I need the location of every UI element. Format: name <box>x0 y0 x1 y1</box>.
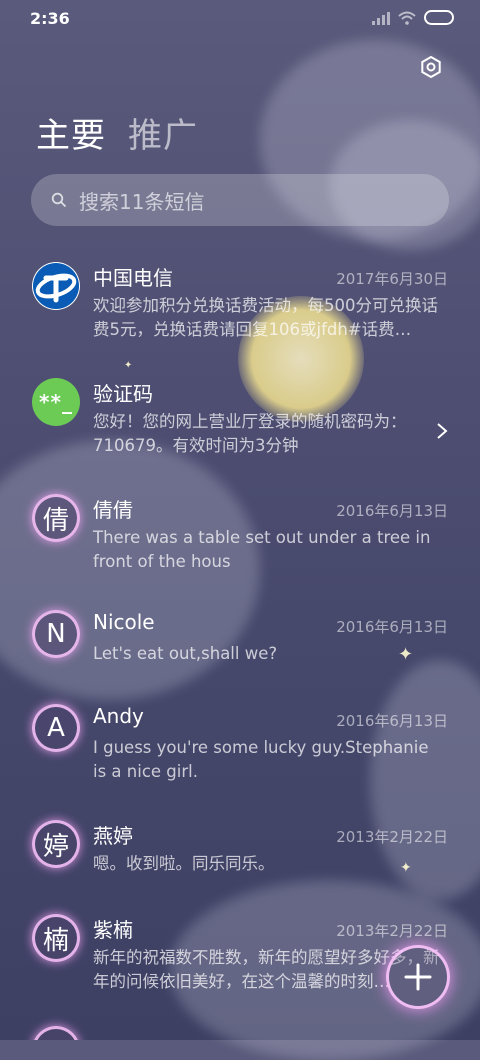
new-message-button[interactable] <box>386 945 450 1009</box>
avatar: **_ <box>32 378 80 426</box>
contact-name: 中国电信 <box>93 266 173 290</box>
contact-name: 紫楠 <box>93 918 133 942</box>
message-preview: I guess you're some lucky guy.Stephanie … <box>93 738 429 781</box>
message-preview: Let's eat out,shall we? <box>93 644 278 663</box>
message-date: 2013年2月22日 <box>336 828 448 846</box>
avatar: 倩 <box>32 494 80 542</box>
message-row[interactable]: 婷 燕婷 2013年2月22日 嗯。收到啦。同乐同乐。 <box>0 804 480 898</box>
avatar <box>32 1026 80 1040</box>
message-date: 2017年6月30日 <box>336 270 448 288</box>
contact-name: Andy <box>93 704 144 728</box>
contact-name: Nicole <box>93 610 155 634</box>
message-date: 2013年2月22日 <box>336 922 448 940</box>
message-row[interactable]: **_ 验证码 您好！您的网上营业厅登录的随机密码为：710679。有效时间为3… <box>0 362 480 478</box>
chevron-right-icon[interactable] <box>436 422 448 440</box>
message-date: 2016年6月13日 <box>336 618 448 636</box>
avatar: N <box>32 610 80 658</box>
avatar <box>32 262 80 310</box>
gear-icon[interactable] <box>420 56 442 78</box>
message-row[interactable]: A Andy 2016年6月13日 I guess you're some lu… <box>0 688 480 804</box>
contact-name: 验证码 <box>93 382 153 406</box>
message-preview: 嗯。收到啦。同乐同乐。 <box>93 854 275 873</box>
contact-name: 倩倩 <box>93 498 133 522</box>
message-row[interactable]: 中国电信 2017年6月30日 欢迎参加积分兑换话费活动，每500分可兑换话费5… <box>0 246 480 362</box>
status-time: 2:36 <box>30 9 70 28</box>
signal-icon <box>372 11 390 25</box>
message-preview: 您好！您的网上营业厅登录的随机密码为：710679。有效时间为3分钟 <box>93 412 407 455</box>
message-date: 2016年6月13日 <box>336 502 448 520</box>
avatar: 婷 <box>32 820 80 868</box>
message-date: 2016年6月13日 <box>336 712 448 730</box>
battery-icon <box>424 10 454 25</box>
avatar: A <box>32 704 80 752</box>
wifi-icon <box>398 11 416 25</box>
tab-promotions[interactable]: 推广 <box>128 108 198 157</box>
tab-primary[interactable]: 主要 <box>36 108 106 157</box>
search-placeholder: 搜索11条短信 <box>79 189 205 214</box>
message-row[interactable]: 倩 倩倩 2016年6月13日 There was a table set ou… <box>0 478 480 594</box>
message-row[interactable]: N Nicole 2016年6月13日 Let's eat out,shall … <box>0 594 480 688</box>
search-input[interactable]: 搜索11条短信 <box>31 174 449 226</box>
china-telecom-logo-icon <box>33 263 79 309</box>
plus-icon <box>404 963 432 991</box>
avatar: 楠 <box>32 914 80 962</box>
message-preview: 欢迎参加积分兑换话费活动，每500分可兑换话费5元，兑换话费请回复106或jfd… <box>93 296 438 339</box>
search-icon <box>51 192 67 208</box>
status-icons <box>372 10 454 25</box>
tab-bar: 主要 推广 <box>36 108 198 157</box>
message-preview: There was a table set out under a tree i… <box>93 528 431 571</box>
message-row[interactable] <box>0 1014 480 1040</box>
contact-name: 燕婷 <box>93 824 133 848</box>
status-bar: 2:36 <box>0 0 480 38</box>
